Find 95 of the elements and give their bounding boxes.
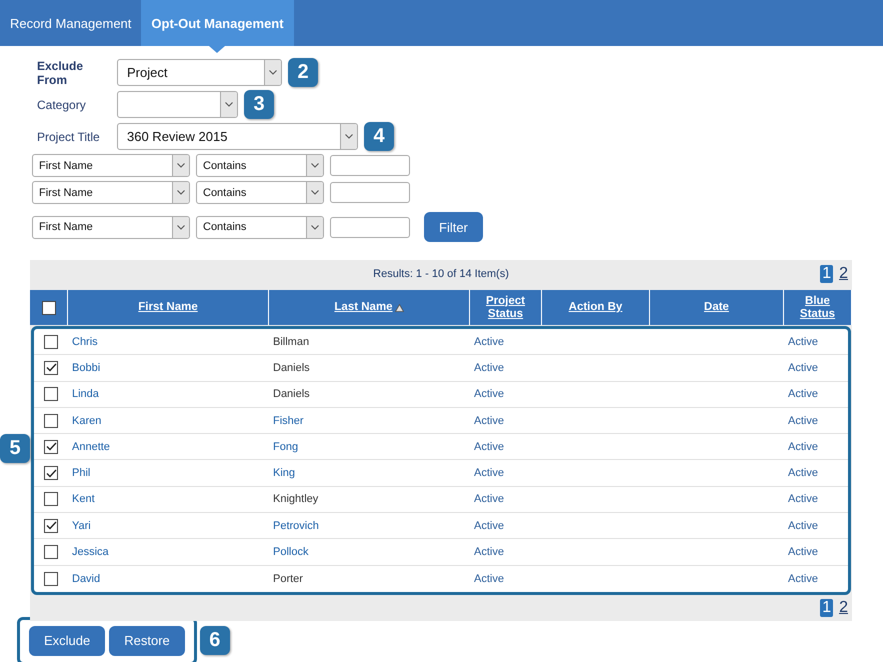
table-cell-text: King: [272, 467, 296, 480]
caret-icon: [311, 224, 319, 230]
table-cell-text: Active: [787, 388, 819, 400]
table-cell-text: Pollock: [272, 546, 310, 558]
filter-button[interactable]: Filter: [424, 212, 483, 242]
dropdown[interactable]: First Name: [32, 154, 190, 177]
table-cell-text: Active: [473, 546, 505, 558]
table-cell-text: Fong: [272, 440, 300, 453]
checkbox[interactable]: [44, 572, 58, 586]
table-cell-text: Jessica: [71, 546, 110, 558]
checkbox[interactable]: [44, 466, 58, 480]
column-header[interactable]: Project Status: [478, 294, 533, 320]
checkbox[interactable]: [44, 492, 58, 506]
table-cell-text: Active: [787, 546, 819, 558]
table-cell-text: Active: [787, 520, 819, 532]
field-label: Project Title: [37, 130, 101, 144]
table-cell-text: Active: [473, 388, 505, 400]
table-cell-text: Active: [473, 440, 505, 453]
table-cell-text: Fisher: [272, 414, 305, 427]
page-link[interactable]: 1: [820, 265, 834, 283]
table-cell-text: Petrovich: [272, 520, 320, 532]
table-cell-text: Chris: [71, 336, 99, 348]
checkbox[interactable]: [44, 387, 58, 402]
table-cell-text: Active: [787, 572, 819, 585]
table-cell-text: Daniels: [272, 388, 311, 400]
table-cell-text: Linda: [71, 388, 100, 400]
dropdown[interactable]: Contains: [196, 216, 324, 238]
caret-icon: [177, 224, 185, 230]
page-link[interactable]: 1: [820, 598, 834, 617]
column-header[interactable]: Action By: [568, 301, 622, 314]
results-summary: Results: 1 - 10 of 14 Item(s): [373, 268, 509, 280]
table-cell-text: Kent: [71, 493, 96, 506]
column-header[interactable]: Blue Status: [792, 294, 843, 320]
page-link[interactable]: 2: [837, 265, 850, 283]
text-input[interactable]: [330, 216, 410, 238]
caret-icon: [311, 190, 319, 195]
checkbox[interactable]: [42, 300, 56, 314]
callout-badge: 5: [0, 434, 30, 463]
table-cell-text: Knightley: [272, 493, 320, 506]
table-cell-text: Bobbi: [71, 362, 102, 374]
checkbox[interactable]: [44, 360, 58, 375]
column-header[interactable]: Last Name: [334, 301, 393, 314]
dropdown[interactable]: Contains: [196, 154, 324, 177]
callout-badge: 3: [244, 90, 274, 119]
action-button[interactable]: Restore: [109, 626, 185, 656]
text-input[interactable]: [330, 155, 410, 176]
page-link[interactable]: 2: [837, 598, 850, 617]
caret-icon: [311, 163, 319, 168]
caret-icon: [225, 102, 233, 107]
callout-badge: 6: [200, 626, 230, 656]
table-cell-text: Yari: [71, 520, 92, 532]
dropdown[interactable]: Contains: [196, 181, 324, 204]
checkbox[interactable]: [44, 440, 58, 454]
tab[interactable]: Record Management: [0, 0, 142, 46]
checkbox[interactable]: [44, 545, 58, 560]
table-cell-text: Karen: [71, 414, 102, 427]
table-cell-text: David: [71, 572, 102, 585]
table-cell-text: Active: [787, 440, 819, 453]
table-cell-text: Active: [787, 336, 819, 348]
caret-icon: [269, 70, 277, 75]
table-cell-text: Active: [787, 467, 819, 480]
table-cell-text: Annette: [71, 440, 111, 453]
table-cell-text: Daniels: [272, 362, 311, 374]
action-button[interactable]: Exclude: [29, 626, 106, 656]
dropdown[interactable]: Project: [117, 59, 282, 86]
column-header[interactable]: Date: [704, 301, 729, 314]
table-cell-text: Active: [473, 493, 505, 506]
table-cell-text: Porter: [272, 572, 304, 585]
dropdown[interactable]: 360 Review 2015: [117, 123, 358, 150]
table-cell-text: Phil: [71, 467, 92, 480]
table-cell-text: Active: [473, 414, 505, 427]
caret-icon: [345, 134, 353, 139]
caret-icon: [177, 163, 185, 168]
checkbox[interactable]: [44, 414, 58, 428]
field-label: Exclude From: [37, 58, 84, 86]
table-cell-text: Active: [473, 520, 505, 532]
dropdown[interactable]: First Name: [32, 216, 190, 238]
sort-icon: [394, 304, 404, 312]
table-cell-text: Active: [473, 572, 505, 585]
table-cell-text: Active: [787, 414, 819, 427]
field-label: Category: [37, 98, 87, 112]
column-header[interactable]: First Name: [138, 301, 198, 314]
table-cell-text: Active: [473, 336, 505, 348]
table-cell-text: Active: [787, 493, 819, 506]
dropdown[interactable]: First Name: [32, 181, 190, 204]
callout-badge: 4: [364, 122, 394, 151]
caret-icon: [177, 190, 185, 195]
table-cell-text: Billman: [272, 336, 310, 348]
table-cell-text: Active: [473, 467, 505, 480]
checkbox[interactable]: [44, 334, 58, 349]
checkbox[interactable]: [44, 518, 58, 533]
text-input[interactable]: [330, 182, 410, 203]
table-cell-text: Active: [787, 362, 819, 374]
table-cell-text: Active: [473, 362, 505, 374]
callout-badge: 2: [288, 58, 318, 87]
